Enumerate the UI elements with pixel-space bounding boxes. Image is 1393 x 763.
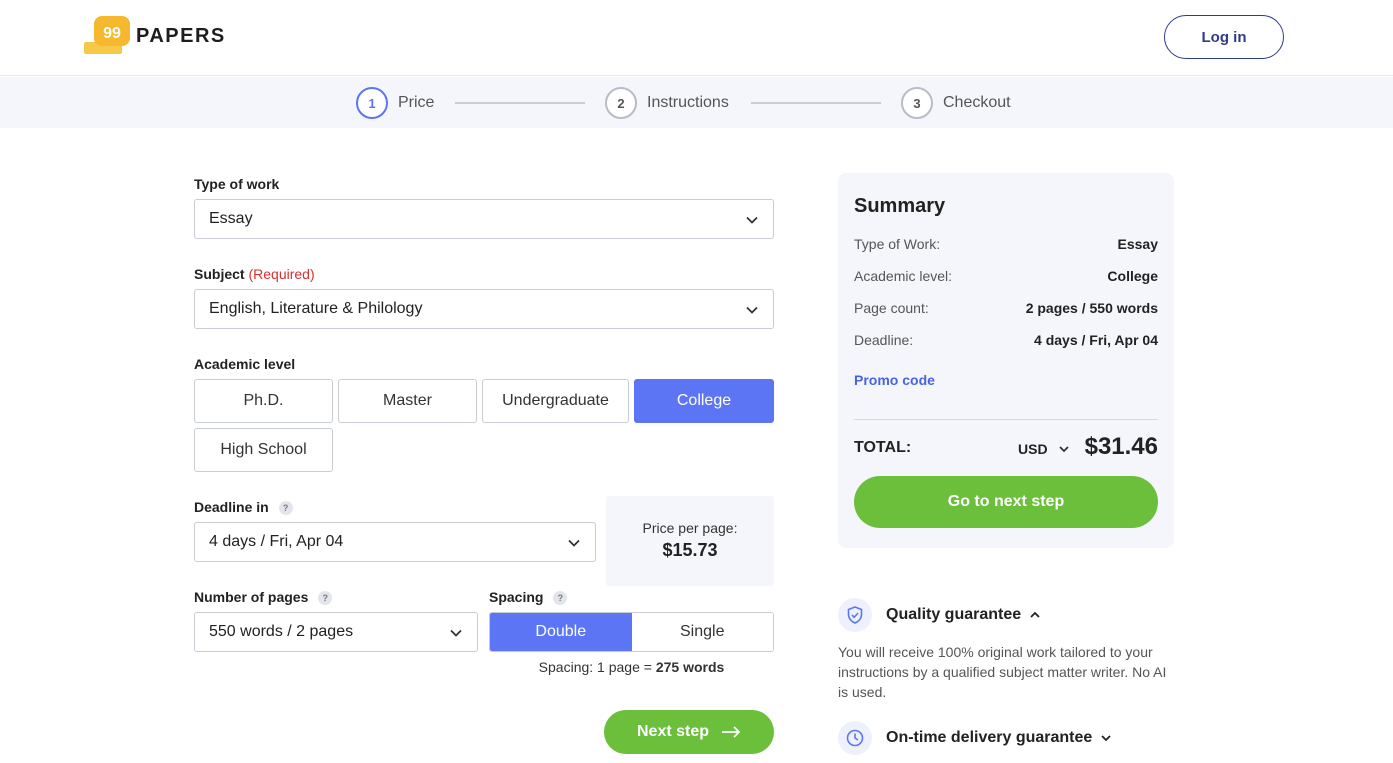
spacing-toggle: Double Single	[489, 612, 774, 652]
deadline-select[interactable]: 4 days / Fri, Apr 04	[194, 522, 596, 562]
step-divider	[455, 102, 585, 104]
next-step-button[interactable]: Next step	[604, 710, 774, 754]
summary-key: Page count:	[854, 300, 929, 316]
site-header: 99 PAPERS Log in	[0, 0, 1393, 76]
price-per-page-label: Price per page:	[642, 520, 738, 536]
next-step-label: Next step	[636, 723, 710, 740]
summary-key: Academic level:	[854, 268, 953, 284]
type-of-work-value: Essay	[209, 210, 253, 227]
chevron-up-icon	[1030, 611, 1040, 618]
chevron-down-icon	[746, 306, 758, 314]
quality-guarantee-text: You will receive 100% original work tail…	[838, 644, 1167, 700]
summary-title: Summary	[854, 195, 946, 217]
pages-label-text: Number of pages	[194, 589, 309, 605]
deadline-label: Deadline in ?	[194, 499, 293, 516]
logo-mark-icon: 99	[84, 16, 132, 56]
summary-row-deadline: Deadline: 4 days / Fri, Apr 04	[854, 332, 1158, 348]
type-of-work-select[interactable]: Essay	[194, 199, 774, 239]
currency-value: USD	[1018, 441, 1048, 457]
subject-value: English, Literature & Philology	[209, 300, 423, 317]
chevron-down-icon	[568, 539, 580, 547]
deadline-label-text: Deadline in	[194, 499, 269, 515]
summary-value: Essay	[1117, 236, 1158, 252]
step-label: Instructions	[647, 94, 729, 111]
pages-select[interactable]: 550 words / 2 pages	[194, 612, 478, 652]
price-per-page-value: $15.73	[662, 540, 718, 560]
level-option-high-school[interactable]: High School	[194, 428, 333, 472]
step-price[interactable]: 1 Price	[356, 87, 434, 119]
step-divider	[751, 102, 881, 104]
spacing-option-double[interactable]: Double	[490, 613, 632, 651]
help-icon[interactable]: ?	[318, 591, 333, 606]
spacing-note-value: 275 words	[655, 659, 725, 675]
step-label: Checkout	[943, 94, 1011, 111]
academic-level-label: Academic level	[194, 356, 296, 372]
quality-guarantee-title: Quality guarantee	[886, 606, 1022, 623]
step-checkout[interactable]: 3 Checkout	[901, 87, 1011, 119]
delivery-guarantee-title: On-time delivery guarantee	[886, 729, 1093, 746]
deadline-value: 4 days / Fri, Apr 04	[209, 533, 344, 550]
step-label: Price	[398, 94, 435, 111]
summary-value: 2 pages / 550 words	[1025, 300, 1158, 316]
summary-row-level: Academic level: College	[854, 268, 1158, 284]
subject-label: Subject (Required)	[194, 266, 315, 282]
shield-check-icon	[838, 598, 872, 632]
svg-text:99: 99	[103, 25, 121, 42]
total-price: $31.46	[1084, 433, 1158, 460]
level-option-college[interactable]: College	[634, 379, 774, 423]
summary-value: 4 days / Fri, Apr 04	[1034, 332, 1158, 348]
arrow-right-icon	[722, 726, 741, 738]
help-icon[interactable]: ?	[553, 591, 568, 606]
chevron-down-icon	[746, 216, 758, 224]
summary-row-type: Type of Work: Essay	[854, 236, 1158, 252]
step-instructions[interactable]: 2 Instructions	[605, 87, 729, 119]
spacing-note: Spacing: 1 page = 275 words	[489, 659, 774, 675]
help-icon[interactable]: ?	[278, 501, 293, 516]
summary-divider	[854, 419, 1158, 420]
step-number: 1	[356, 87, 388, 119]
total-label: TOTAL:	[854, 439, 912, 456]
spacing-note-prefix: Spacing: 1 page =	[538, 659, 652, 675]
subject-label-text: Subject	[194, 266, 245, 282]
step-number: 2	[605, 87, 637, 119]
go-to-next-step-button[interactable]: Go to next step	[854, 476, 1158, 528]
level-option-master[interactable]: Master	[338, 379, 477, 423]
type-of-work-label: Type of work	[194, 176, 280, 192]
pages-value: 550 words / 2 pages	[209, 623, 354, 640]
logo[interactable]: 99 PAPERS	[84, 16, 226, 56]
level-option-phd[interactable]: Ph.D.	[194, 379, 333, 423]
login-button[interactable]: Log in	[1164, 15, 1284, 59]
subject-select[interactable]: English, Literature & Philology	[194, 289, 774, 329]
required-indicator: (Required)	[248, 266, 315, 282]
progress-steps: 1 Price 2 Instructions 3 Checkout	[0, 77, 1393, 128]
level-option-undergraduate[interactable]: Undergraduate	[482, 379, 629, 423]
summary-value: College	[1107, 268, 1158, 284]
spacing-option-single[interactable]: Single	[631, 613, 773, 651]
chevron-down-icon	[1101, 735, 1111, 742]
summary-row-pages: Page count: 2 pages / 550 words	[854, 300, 1158, 316]
spacing-label-text: Spacing	[489, 589, 544, 605]
order-summary: Summary Type of Work: Essay Academic lev…	[838, 173, 1174, 548]
logo-text: PAPERS	[136, 24, 226, 47]
spacing-label: Spacing ?	[489, 589, 568, 606]
summary-key: Type of Work:	[854, 236, 941, 252]
summary-key: Deadline:	[854, 332, 914, 348]
quality-guarantee-toggle[interactable]: Quality guarantee	[838, 598, 1041, 632]
currency-select[interactable]: USD	[1018, 441, 1070, 457]
price-per-page-box: Price per page: $15.73	[606, 496, 774, 586]
step-number: 3	[901, 87, 933, 119]
chevron-down-icon	[1058, 446, 1069, 453]
chevron-down-icon	[450, 629, 462, 637]
promo-code-link[interactable]: Promo code	[854, 372, 935, 388]
clock-icon	[838, 721, 872, 755]
delivery-guarantee-toggle[interactable]: On-time delivery guarantee	[838, 721, 1112, 755]
pages-label: Number of pages ?	[194, 589, 333, 606]
